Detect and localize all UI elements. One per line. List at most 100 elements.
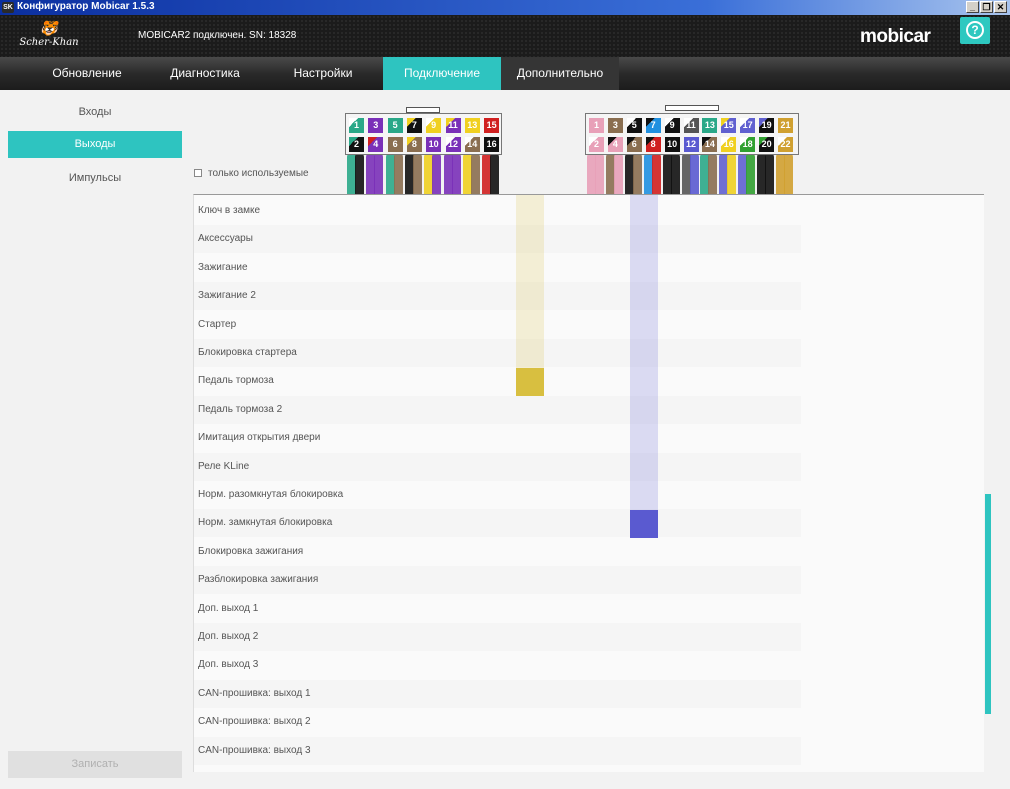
output-row[interactable]: Аксессуары — [194, 225, 801, 254]
left-connector-pin-5[interactable]: 5 — [387, 118, 403, 133]
tiger-icon: 🐯 — [40, 21, 58, 37]
window-titlebar: SK Конфигуратор Mobicar 1.5.3 _ ❐ ✕ — [0, 0, 1010, 15]
output-row[interactable]: Норм. замкнутая блокировка — [194, 509, 801, 538]
right-wire — [613, 153, 623, 194]
left-wire — [470, 153, 480, 194]
left-connector-pin-16[interactable]: 16 — [484, 137, 500, 152]
right-connector-pin-6[interactable]: 6 — [626, 137, 642, 152]
right-connector-pin-3[interactable]: 3 — [607, 118, 623, 133]
left-connector-pin-13[interactable]: 13 — [464, 118, 480, 133]
output-row[interactable]: Реле KLine — [194, 452, 801, 481]
left-connector-pin-11[interactable]: 11 — [445, 118, 461, 133]
outputs-scrollbar[interactable] — [984, 194, 995, 772]
right-connector-pin-7[interactable]: 7 — [645, 118, 661, 133]
output-row[interactable]: Доп. выход 3 — [194, 651, 801, 680]
help-button[interactable]: ? — [960, 17, 990, 44]
tab-settings[interactable]: Настройки — [264, 57, 382, 90]
output-row[interactable]: CAN-прошивка: выход 1 — [194, 679, 801, 708]
only-used-label: только используемые — [208, 168, 309, 179]
right-connector-pin-16[interactable]: 16 — [721, 137, 737, 152]
output-row[interactable]: Разблокировка зажигания — [194, 566, 801, 595]
output-row[interactable]: Доп. выход 1 — [194, 594, 801, 623]
left-wire — [412, 153, 422, 194]
tab-additional[interactable]: Дополнительно — [501, 57, 619, 90]
right-connector-pin-15[interactable]: 15 — [721, 118, 737, 133]
output-row[interactable]: Блокировка зажигания — [194, 537, 801, 566]
right-wire — [632, 153, 642, 194]
restore-button[interactable]: ❐ — [980, 1, 993, 13]
help-icon: ? — [966, 21, 984, 39]
only-used-filter[interactable]: только используемые — [194, 168, 309, 179]
right-connector-pin-19[interactable]: 19 — [759, 118, 775, 133]
output-row[interactable]: Ключ в замке — [194, 197, 801, 225]
right-connector-pin-8[interactable]: 8 — [645, 137, 661, 152]
output-row[interactable]: Стартер — [194, 310, 801, 339]
close-button[interactable]: ✕ — [994, 1, 1007, 13]
right-wire — [746, 153, 756, 194]
sidebar-item-inputs[interactable]: Входы — [8, 99, 182, 126]
right-wire — [670, 153, 680, 194]
right-connector-pin-11[interactable]: 11 — [683, 118, 699, 133]
right-connector-pin-21[interactable]: 21 — [778, 118, 793, 133]
output-row[interactable]: Педаль тормоза — [194, 367, 801, 396]
wire-column — [630, 195, 658, 538]
output-row[interactable]: Зажигание 2 — [194, 282, 801, 311]
tab-update[interactable]: Обновление — [28, 57, 146, 90]
right-wire — [708, 153, 718, 194]
output-row[interactable]: Доп. выход 2 — [194, 623, 801, 651]
right-connector-pin-14[interactable]: 14 — [702, 137, 718, 152]
right-connector-pin-18[interactable]: 18 — [740, 137, 756, 152]
right-connector-pin-1[interactable]: 1 — [589, 118, 604, 133]
left-connector-pin-9[interactable]: 9 — [426, 118, 442, 133]
left-connector-pin-10[interactable]: 10 — [426, 137, 442, 152]
output-row[interactable]: Имитация открытия двери — [194, 424, 801, 453]
right-connector-pin-12[interactable]: 12 — [683, 137, 699, 152]
left-connector-pin-2[interactable]: 2 — [349, 137, 364, 152]
output-row[interactable]: Педаль тормоза 2 — [194, 395, 801, 424]
tab-diagnostics[interactable]: Диагностика — [146, 57, 264, 90]
tab-connection[interactable]: Подключение — [383, 57, 501, 90]
sidebar-item-impulses[interactable]: Импульсы — [8, 165, 182, 192]
sidebar-item-outputs[interactable]: Выходы — [8, 131, 182, 158]
left-connector-pin-8[interactable]: 8 — [406, 137, 422, 152]
mobicar-brand: mobicar — [860, 26, 931, 47]
assigned-output-cell[interactable] — [630, 509, 658, 538]
right-connector-pin-9[interactable]: 9 — [664, 118, 680, 133]
left-connector-pin-15[interactable]: 15 — [484, 118, 500, 133]
only-used-checkbox[interactable] — [194, 169, 202, 177]
connector-right-latch — [665, 105, 719, 111]
output-row[interactable]: CAN-прошивка: выход 2 — [194, 708, 801, 737]
output-row[interactable]: Блокировка стартера — [194, 339, 801, 367]
right-wire — [765, 153, 775, 194]
left-connector-pin-12[interactable]: 12 — [445, 137, 461, 152]
output-row[interactable]: Норм. разомкнутая блокировка — [194, 481, 801, 509]
right-connector-pin-17[interactable]: 17 — [740, 118, 756, 133]
window-title: Конфигуратор Mobicar 1.5.3 — [17, 1, 155, 12]
assigned-output-cell[interactable] — [516, 367, 544, 396]
scrollbar-thumb[interactable] — [985, 494, 991, 714]
app-header: 🐯 Scher-Khan MOBICAR2 подключен. SN: 183… — [0, 15, 1010, 57]
scher-khan-logo: 🐯 Scher-Khan — [18, 21, 80, 53]
right-connector-pin-22[interactable]: 22 — [778, 137, 793, 152]
main-nav: Обновление Диагностика Настройки Подключ… — [0, 57, 1010, 90]
left-wire — [355, 153, 364, 194]
right-connector-pin-4[interactable]: 4 — [607, 137, 623, 152]
logo-text: Scher-Khan — [19, 37, 79, 48]
left-connector-pin-7[interactable]: 7 — [406, 118, 422, 133]
left-connector-pin-14[interactable]: 14 — [464, 137, 480, 152]
output-row[interactable]: Зажигание — [194, 253, 801, 282]
right-connector-pin-2[interactable]: 2 — [589, 137, 604, 152]
right-connector-pin-20[interactable]: 20 — [759, 137, 775, 152]
write-button[interactable]: Записать — [8, 751, 182, 778]
right-connector-pin-13[interactable]: 13 — [702, 118, 718, 133]
output-row[interactable]: CAN-прошивка: выход 3 — [194, 736, 801, 765]
left-connector-pin-4[interactable]: 4 — [368, 137, 384, 152]
minimize-button[interactable]: _ — [966, 1, 979, 13]
left-connector-pin-3[interactable]: 3 — [368, 118, 384, 133]
app-icon: SK — [2, 2, 14, 13]
right-connector-pin-5[interactable]: 5 — [626, 118, 642, 133]
left-connector-pin-6[interactable]: 6 — [387, 137, 403, 152]
outputs-table: Ключ в замке Аксессуары Зажигание Зажигание… — [193, 194, 995, 772]
left-connector-pin-1[interactable]: 1 — [349, 118, 364, 133]
right-connector-pin-10[interactable]: 10 — [664, 137, 680, 152]
